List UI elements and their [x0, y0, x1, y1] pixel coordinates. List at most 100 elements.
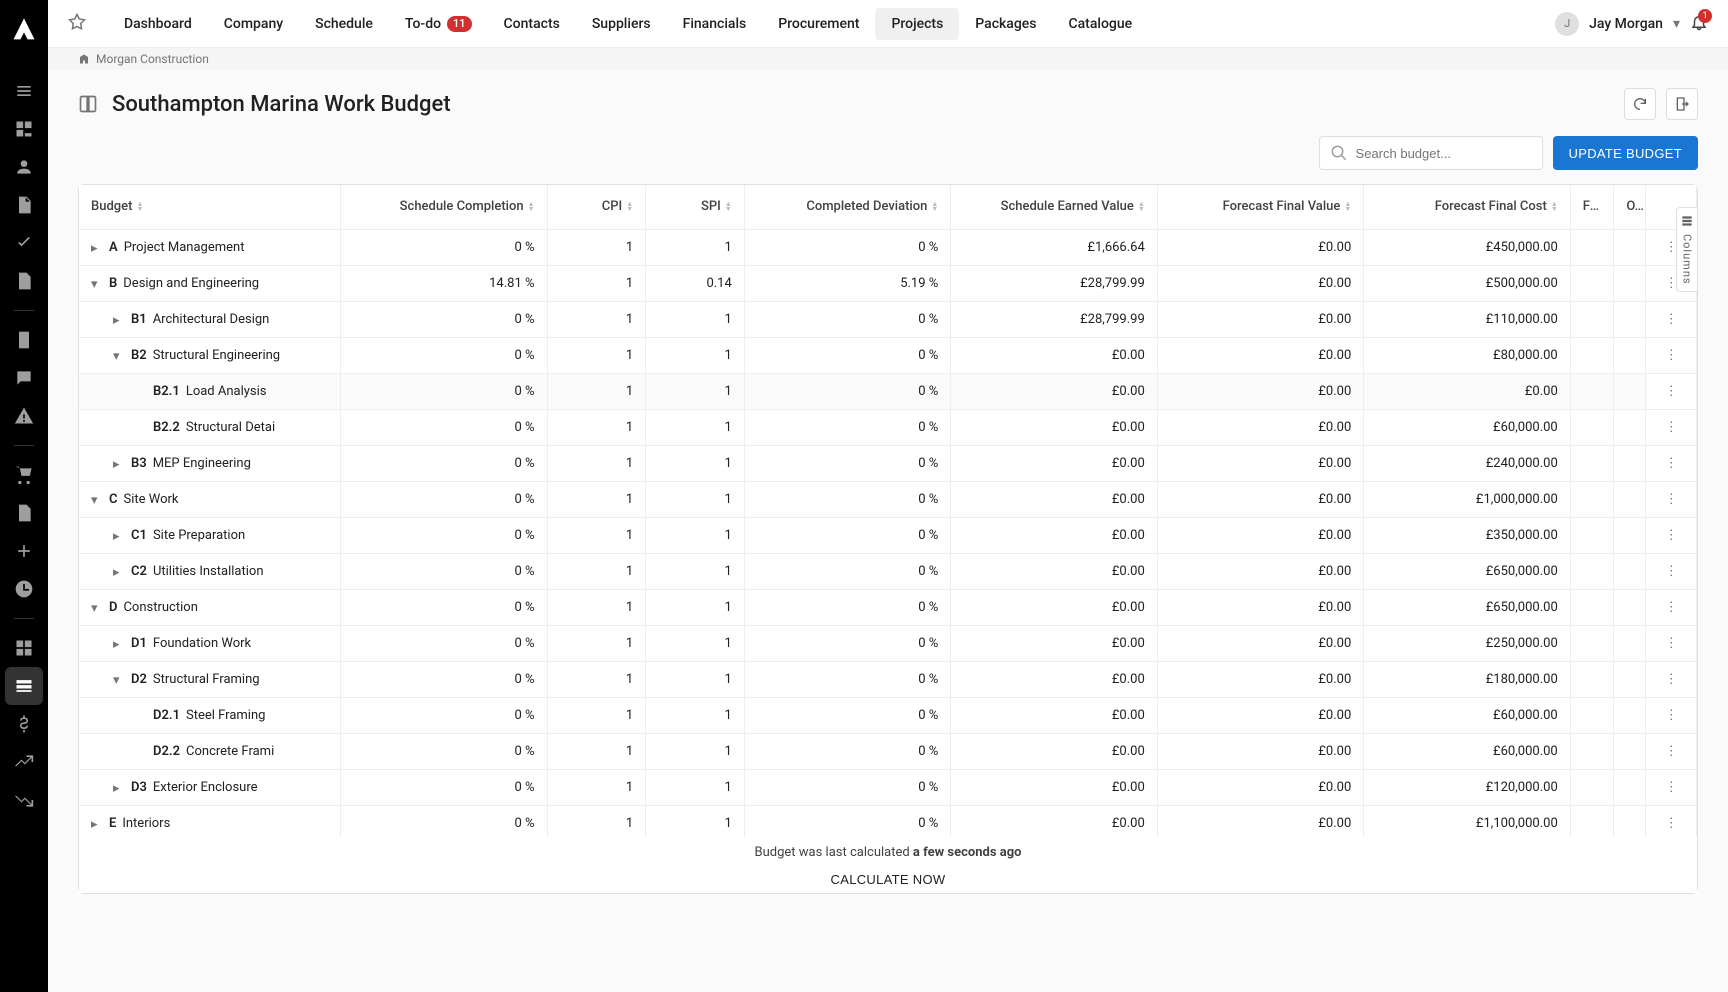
rail-check-icon[interactable]: [5, 224, 43, 262]
rail-people-icon[interactable]: [5, 148, 43, 186]
expand-icon[interactable]: ▸: [113, 781, 125, 793]
rail-list-icon[interactable]: [5, 72, 43, 110]
username[interactable]: Jay Morgan: [1589, 16, 1663, 32]
col-header[interactable]: O..: [1614, 185, 1646, 229]
expand-icon[interactable]: ▸: [91, 241, 103, 253]
export-button[interactable]: [1666, 88, 1698, 120]
update-budget-button[interactable]: UPDATE BUDGET: [1553, 136, 1698, 170]
row-menu-icon[interactable]: ⋮: [1646, 517, 1697, 553]
table-row[interactable]: ▸EInteriors0 %110 %£0.00£0.00£1,100,000.…: [79, 805, 1697, 841]
row-menu-icon[interactable]: ⋮: [1646, 697, 1697, 733]
nav-to-do[interactable]: To-do11: [389, 8, 488, 40]
col-header[interactable]: Completed Deviation▲▼: [744, 185, 950, 229]
expand-icon[interactable]: ▾: [113, 673, 125, 685]
table-row[interactable]: ▸B3MEP Engineering0 %110 %£0.00£0.00£240…: [79, 445, 1697, 481]
rail-grid-icon[interactable]: [5, 629, 43, 667]
expand-icon[interactable]: ▸: [91, 817, 103, 829]
col-header[interactable]: Schedule Completion▲▼: [341, 185, 547, 229]
row-menu-icon[interactable]: ⋮: [1646, 589, 1697, 625]
calculate-now-button[interactable]: CALCULATE NOW: [817, 866, 960, 893]
bell-icon[interactable]: 1: [1690, 13, 1708, 35]
rail-chat-icon[interactable]: [5, 359, 43, 397]
expand-icon[interactable]: ▾: [91, 493, 103, 505]
rail-cart-icon[interactable]: [5, 456, 43, 494]
row-menu-icon[interactable]: ⋮: [1646, 409, 1697, 445]
table-row[interactable]: ▸D1Foundation Work0 %110 %£0.00£0.00£250…: [79, 625, 1697, 661]
refresh-button[interactable]: [1624, 88, 1656, 120]
row-menu-icon[interactable]: ⋮: [1646, 445, 1697, 481]
expand-icon[interactable]: ▸: [113, 565, 125, 577]
row-menu-icon[interactable]: ⋮: [1646, 661, 1697, 697]
table-row[interactable]: ▸D3Exterior Enclosure0 %110 %£0.00£0.00£…: [79, 769, 1697, 805]
table-row[interactable]: ▸C1Site Preparation0 %110 %£0.00£0.00£35…: [79, 517, 1697, 553]
rail-trend-down-icon[interactable]: [5, 781, 43, 819]
rail-tree-icon[interactable]: [5, 110, 43, 148]
col-header[interactable]: CPI▲▼: [547, 185, 646, 229]
table-row[interactable]: D2.2Concrete Frami0 %110 %£0.00£0.00£60,…: [79, 733, 1697, 769]
rail-plus-icon[interactable]: [5, 532, 43, 570]
row-menu-icon[interactable]: ⋮: [1646, 337, 1697, 373]
col-header[interactable]: Fore.: [1570, 185, 1614, 229]
row-menu-icon[interactable]: ⋮: [1646, 769, 1697, 805]
rail-clock-icon[interactable]: [5, 570, 43, 608]
table-row[interactable]: ▸B1Architectural Design0 %110 %£28,799.9…: [79, 301, 1697, 337]
nav-packages[interactable]: Packages: [959, 8, 1052, 40]
table-row[interactable]: ▾CSite Work0 %110 %£0.00£0.00£1,000,000.…: [79, 481, 1697, 517]
nav-dashboard[interactable]: Dashboard: [108, 8, 208, 40]
nav-suppliers[interactable]: Suppliers: [576, 8, 667, 40]
table-row[interactable]: ▾D2Structural Framing0 %110 %£0.00£0.00£…: [79, 661, 1697, 697]
rail-doc-icon[interactable]: [5, 186, 43, 224]
search-input[interactable]: [1319, 136, 1543, 170]
nav-company[interactable]: Company: [208, 8, 299, 40]
col-header[interactable]: Schedule Earned Value▲▼: [951, 185, 1157, 229]
expand-icon[interactable]: ▸: [113, 529, 125, 541]
nav-schedule[interactable]: Schedule: [299, 8, 389, 40]
rail-page-icon[interactable]: [5, 321, 43, 359]
row-menu-icon[interactable]: ⋮: [1646, 733, 1697, 769]
columns-toggle[interactable]: Columns: [1676, 207, 1697, 292]
rail-warning-icon[interactable]: [5, 397, 43, 435]
table-row[interactable]: B2.1Load Analysis0 %110 %£0.00£0.00£0.00…: [79, 373, 1697, 409]
nav-procurement[interactable]: Procurement: [762, 8, 875, 40]
expand-icon[interactable]: ▾: [91, 277, 103, 289]
table-row[interactable]: D2.1Steel Framing0 %110 %£0.00£0.00£60,0…: [79, 697, 1697, 733]
rail-trend-up-icon[interactable]: [5, 743, 43, 781]
row-menu-icon[interactable]: ⋮: [1646, 553, 1697, 589]
rail-dollar-icon[interactable]: [5, 705, 43, 743]
nav-projects[interactable]: Projects: [875, 8, 959, 40]
col-header[interactable]: Forecast Final Value▲▼: [1157, 185, 1363, 229]
expand-icon[interactable]: ▾: [91, 601, 103, 613]
star-icon[interactable]: [68, 13, 86, 35]
nav-contacts[interactable]: Contacts: [488, 8, 576, 40]
table-row[interactable]: ▾B2Structural Engineering0 %110 %£0.00£0…: [79, 337, 1697, 373]
nav-financials[interactable]: Financials: [667, 8, 763, 40]
row-menu-icon[interactable]: ⋮: [1646, 301, 1697, 337]
expand-icon[interactable]: [135, 709, 147, 721]
row-menu-icon[interactable]: ⋮: [1646, 625, 1697, 661]
col-header[interactable]: SPI▲▼: [646, 185, 745, 229]
rail-table-icon[interactable]: [5, 667, 43, 705]
expand-icon[interactable]: ▾: [113, 349, 125, 361]
expand-icon[interactable]: [135, 745, 147, 757]
row-menu-icon[interactable]: ⋮: [1646, 805, 1697, 841]
col-header[interactable]: Budget▲▼: [79, 185, 341, 229]
row-menu-icon[interactable]: ⋮: [1646, 373, 1697, 409]
rail-file-icon[interactable]: [5, 494, 43, 532]
expand-icon[interactable]: [135, 421, 147, 433]
expand-icon[interactable]: [135, 385, 147, 397]
table-row[interactable]: ▸C2Utilities Installation0 %110 %£0.00£0…: [79, 553, 1697, 589]
row-menu-icon[interactable]: ⋮: [1646, 481, 1697, 517]
table-row[interactable]: B2.2Structural Detai0 %110 %£0.00£0.00£6…: [79, 409, 1697, 445]
expand-icon[interactable]: ▸: [113, 313, 125, 325]
col-header[interactable]: Forecast Final Cost▲▼: [1364, 185, 1570, 229]
chevron-down-icon[interactable]: ▾: [1673, 16, 1680, 32]
table-row[interactable]: ▸AProject Management0 %110 %£1,666.64£0.…: [79, 229, 1697, 265]
table-row[interactable]: ▾DConstruction0 %110 %£0.00£0.00£650,000…: [79, 589, 1697, 625]
table-row[interactable]: ▾BDesign and Engineering14.81 %10.145.19…: [79, 265, 1697, 301]
rail-doc-plus-icon[interactable]: [5, 262, 43, 300]
expand-icon[interactable]: ▸: [113, 637, 125, 649]
nav-catalogue[interactable]: Catalogue: [1052, 8, 1148, 40]
breadcrumb[interactable]: Morgan Construction: [48, 48, 1728, 70]
avatar[interactable]: J: [1555, 12, 1579, 36]
expand-icon[interactable]: ▸: [113, 457, 125, 469]
